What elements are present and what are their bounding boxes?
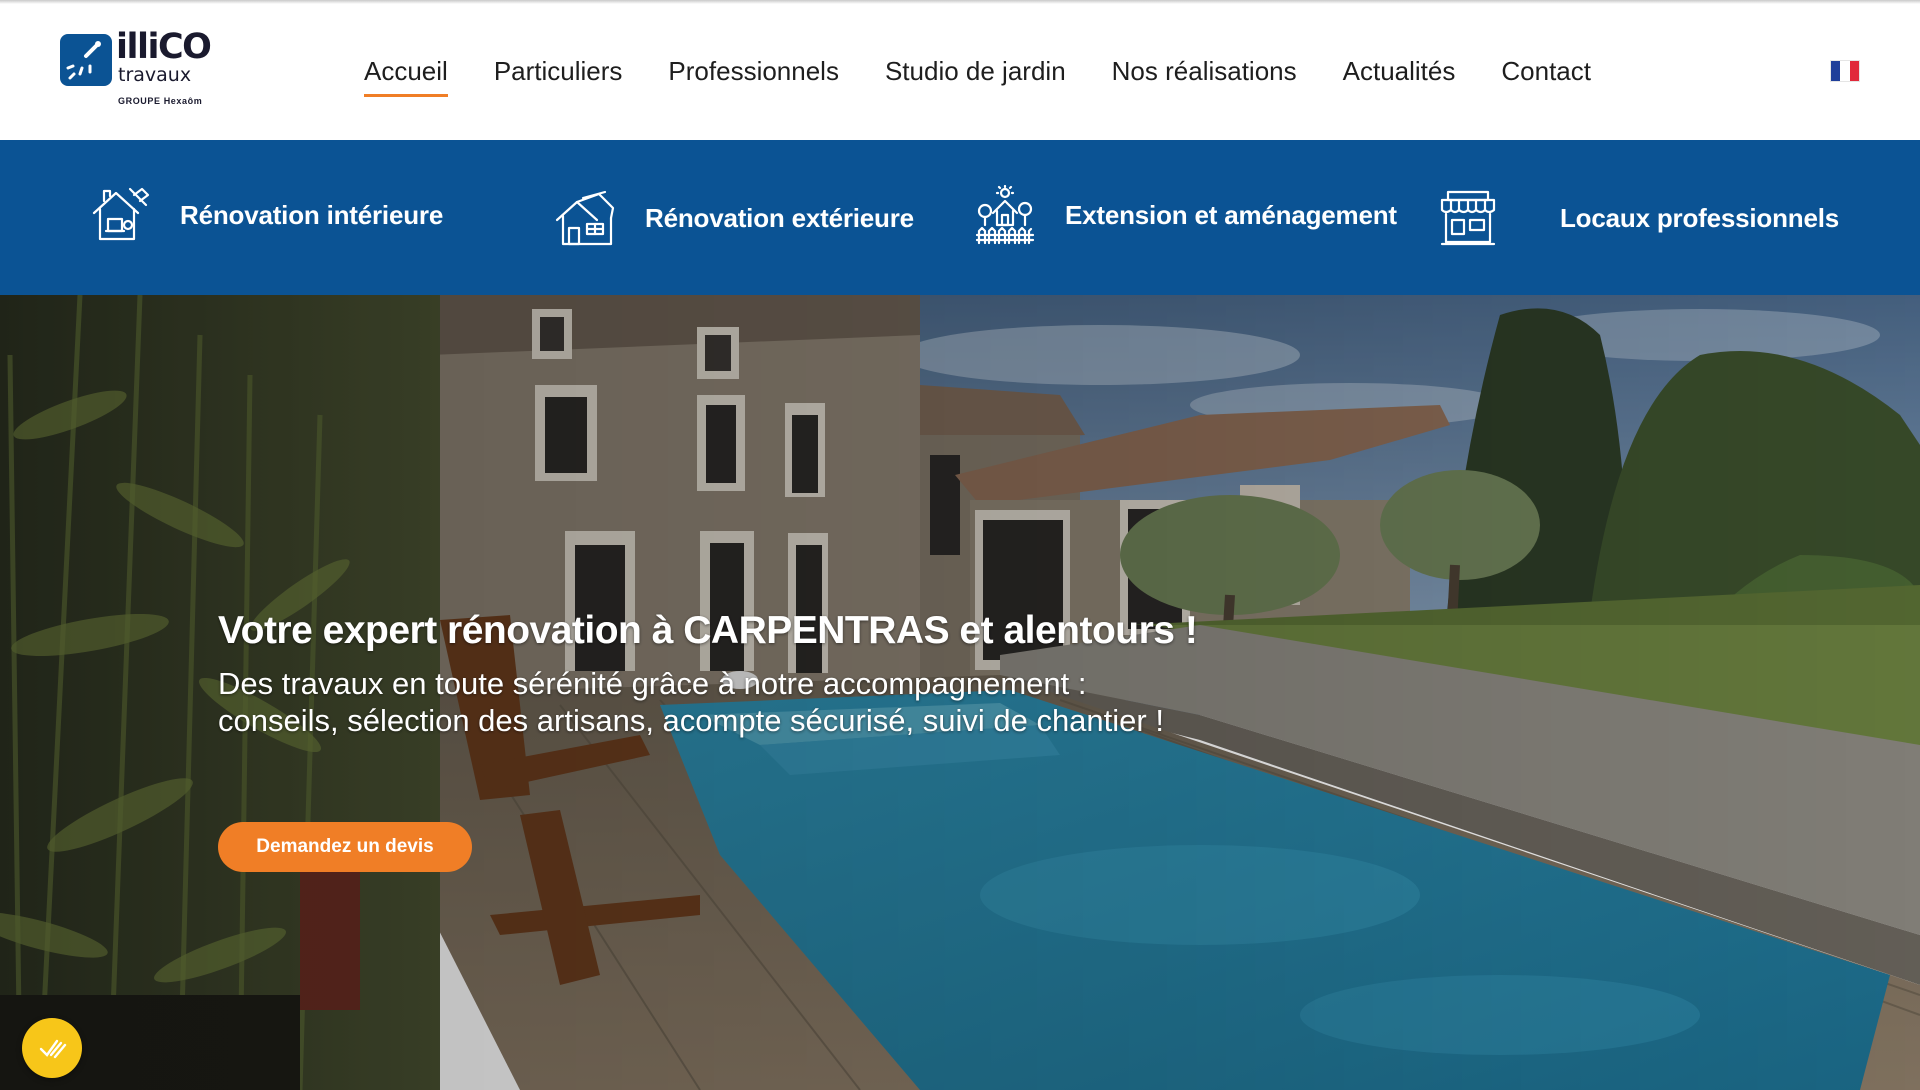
request-quote-button[interactable]: Demandez un devis — [218, 822, 472, 872]
category-label: Rénovation intérieure — [180, 199, 444, 230]
exterior-renovation-icon — [555, 190, 615, 246]
checkmark-lines-icon — [39, 1039, 67, 1059]
nav-item-particuliers[interactable]: Particuliers — [494, 50, 623, 94]
category-label: Extension et aménagement — [1065, 199, 1397, 230]
hero-subtitle-line: Des travaux en toute sérénité grâce à no… — [218, 666, 1087, 701]
category-extension-amenagement[interactable]: Extension et aménagement — [975, 180, 1397, 250]
interior-renovation-icon — [92, 187, 150, 241]
french-flag-icon[interactable] — [1830, 60, 1860, 82]
logo-mark-icon — [60, 34, 112, 86]
nav-item-accueil[interactable]: Accueil — [364, 50, 448, 97]
category-label: Rénovation extérieure — [645, 202, 914, 233]
nav-item-studio-de-jardin[interactable]: Studio de jardin — [885, 50, 1066, 94]
hero-subtitle-line: conseils, sélection des artisans, acompt… — [218, 703, 1164, 738]
logo-subtitle: travaux — [118, 64, 192, 86]
hero-subtitle: Des travaux en toute sérénité grâce à no… — [218, 665, 1318, 739]
logo-brand: illiCO — [116, 27, 212, 67]
shop-icon — [1440, 190, 1496, 246]
cookie-consent-icon[interactable] — [22, 1018, 82, 1078]
nav-item-professionnels[interactable]: Professionnels — [668, 50, 839, 94]
logo[interactable]: illiCO travaux GROUPE Hexaôm — [60, 28, 220, 112]
nav-item-contact[interactable]: Contact — [1501, 50, 1591, 94]
hero-title: Votre expert rénovation à CARPENTRAS et … — [218, 609, 1198, 653]
nav-item-nos-realisations[interactable]: Nos réalisations — [1112, 50, 1297, 94]
extension-icon — [975, 185, 1035, 245]
category-band: Rénovation intérieure Rénovation extérie… — [0, 140, 1920, 295]
hero-section: Votre expert rénovation à CARPENTRAS et … — [0, 295, 1920, 1090]
nav-item-actualites[interactable]: Actualités — [1343, 50, 1456, 94]
category-renovation-interieure[interactable]: Rénovation intérieure — [90, 180, 443, 250]
logo-group: GROUPE Hexaôm — [118, 96, 203, 106]
category-renovation-exterieure[interactable]: Rénovation extérieure — [555, 183, 914, 253]
site-header: illiCO travaux GROUPE Hexaôm Accueil Par… — [0, 0, 1920, 140]
main-nav: Accueil Particuliers Professionnels Stud… — [364, 50, 1591, 97]
category-label: Locaux professionnels — [1560, 202, 1839, 233]
category-locaux-professionnels[interactable]: Locaux professionnels — [1438, 183, 1839, 253]
